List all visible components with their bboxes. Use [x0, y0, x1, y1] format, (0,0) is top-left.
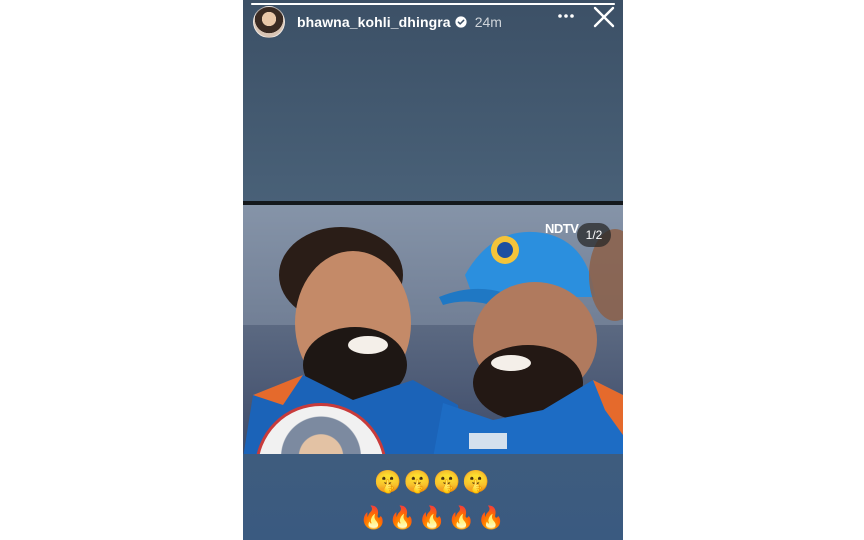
fire-emojis: 🔥🔥🔥🔥🔥: [359, 506, 507, 531]
avatar[interactable]: [253, 6, 285, 38]
caption-shush-emojis: 🤫🤫🤫🤫: [243, 470, 623, 495]
username[interactable]: bhawna_kohli_dhingra: [297, 14, 451, 30]
story-progress-fill: [251, 3, 615, 5]
more-options-button[interactable]: [553, 6, 579, 26]
shushing-face-emojis: 🤫🤫🤫🤫: [374, 470, 492, 495]
caption-fire-emojis: 🔥🔥🔥🔥🔥: [243, 506, 623, 531]
shared-post-image[interactable]: NDTV 1/2: [243, 201, 623, 454]
post-time: 24m: [474, 14, 502, 30]
page-counter-badge: 1/2: [577, 223, 611, 247]
story-viewer[interactable]: bhawna_kohli_dhingra 24m NDTV 1/2 🤫🤫🤫🤫 🔥…: [243, 0, 623, 540]
more-options-icon: [558, 14, 574, 18]
verified-badge-icon: [455, 16, 467, 28]
close-button[interactable]: [591, 4, 617, 30]
close-icon: [593, 6, 615, 28]
story-progress-bar: [251, 3, 615, 5]
ndtv-watermark: NDTV: [545, 221, 579, 236]
